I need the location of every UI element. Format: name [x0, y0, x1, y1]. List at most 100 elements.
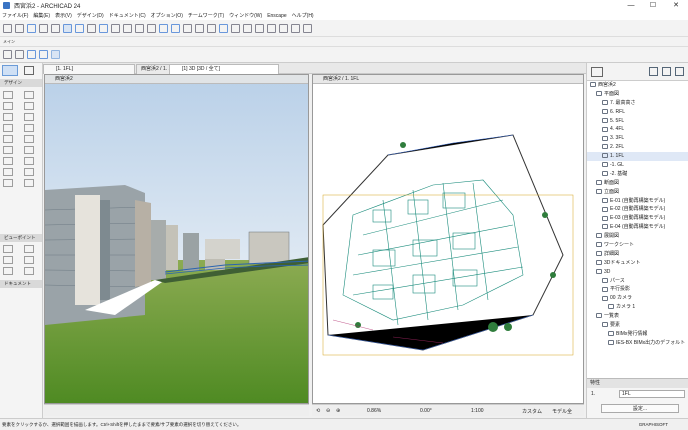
selection-arrow-icon[interactable]	[39, 50, 48, 59]
section-viewpoint[interactable]: ビューポイント	[0, 234, 42, 242]
wall-tool-icon[interactable]	[3, 91, 13, 99]
slab-tool-icon[interactable]	[24, 102, 34, 110]
lamp-tool-icon[interactable]	[24, 168, 34, 176]
floor-plan-viewport[interactable]: 西宮浜2 / 1. 1FL	[312, 74, 584, 404]
tree-item[interactable]: IES-BX BIMx出力のデフォルト	[587, 339, 688, 348]
trace-icon[interactable]	[27, 23, 36, 33]
properties-name-field[interactable]: 1FL	[619, 390, 685, 398]
tree-item[interactable]: E-02 (自動再構築モデル)	[587, 205, 688, 214]
model-view-option[interactable]: モデル全	[552, 408, 572, 415]
render-icon[interactable]	[219, 23, 228, 33]
grid-icon[interactable]	[87, 23, 96, 33]
pan-icon[interactable]	[135, 23, 144, 33]
marquee-icon[interactable]	[27, 50, 36, 59]
zone-tool-icon[interactable]	[3, 157, 13, 165]
tree-item[interactable]: 5. 5FL	[587, 117, 688, 126]
settings-button[interactable]: 設定...	[601, 404, 679, 413]
measure-icon[interactable]	[255, 23, 264, 33]
guide-icon[interactable]	[99, 23, 108, 33]
tree-item[interactable]: ワークシート	[587, 241, 688, 250]
layer-icon[interactable]	[39, 23, 48, 33]
section-tool-icon[interactable]	[3, 245, 13, 253]
tree-item[interactable]: 立面図	[587, 188, 688, 197]
tree-item[interactable]: 7. 最高高さ	[587, 99, 688, 108]
shell-tool-icon[interactable]	[24, 113, 34, 121]
morph-tool-icon[interactable]	[3, 179, 13, 187]
custom-layer-combo[interactable]: カスタム	[522, 408, 542, 415]
tree-item[interactable]: BIMx発行情報	[587, 330, 688, 339]
section-icon[interactable]	[171, 23, 180, 33]
column-tool-icon[interactable]	[24, 91, 34, 99]
menu-edit[interactable]: 編集(E)	[33, 12, 50, 19]
opening-tool-icon[interactable]	[24, 179, 34, 187]
tree-item[interactable]: 西宮浜2	[587, 81, 688, 90]
tree-item[interactable]: 4. 4FL	[587, 125, 688, 134]
tree-item[interactable]: 要素	[587, 321, 688, 330]
undo-zoom-icon[interactable]: ⟲	[316, 408, 320, 414]
curtain-wall-tool-icon[interactable]	[3, 124, 13, 132]
tree-item[interactable]: 一覧表	[587, 312, 688, 321]
menu-options[interactable]: オプション(O)	[151, 12, 183, 19]
tree-item[interactable]: 3D	[587, 268, 688, 277]
beam-tool-icon[interactable]	[3, 102, 13, 110]
elevate-icon[interactable]	[279, 23, 288, 33]
menu-design[interactable]: デザイン(D)	[77, 12, 104, 19]
layout-book-icon[interactable]	[675, 67, 684, 76]
arrow-select-icon[interactable]	[2, 65, 18, 76]
zoom-icon[interactable]	[111, 23, 120, 33]
tree-item[interactable]: カメラ 1	[587, 303, 688, 312]
tree-item[interactable]: 展開図	[587, 232, 688, 241]
tree-item[interactable]: -2. 基礎	[587, 170, 688, 179]
floor-selector[interactable]: [1. 1FL]	[43, 64, 135, 74]
zoom-in-icon[interactable]: ⊕	[336, 408, 340, 414]
menu-view[interactable]: 表示(V)	[55, 12, 72, 19]
detail-tool-icon[interactable]	[3, 267, 13, 275]
3d-document-tool-icon[interactable]	[24, 267, 34, 275]
menu-enscape[interactable]: Enscape	[267, 13, 286, 19]
tree-item[interactable]: 断面図	[587, 179, 688, 188]
tree-item[interactable]: 3Dドキュメント	[587, 259, 688, 268]
floor-plan-icon[interactable]	[159, 23, 168, 33]
elevation-tool-icon[interactable]	[24, 245, 34, 253]
model-filter-icon[interactable]	[231, 23, 240, 33]
navigator-menu-icon[interactable]	[591, 67, 603, 77]
teamwork-icon[interactable]	[291, 23, 300, 33]
worksheet-tool-icon[interactable]	[24, 256, 34, 264]
tree-item[interactable]: 平行投影	[587, 285, 688, 294]
pen-set-icon[interactable]	[51, 23, 60, 33]
section-design[interactable]: デザイン	[0, 79, 42, 87]
select-mode-icon[interactable]	[15, 50, 24, 59]
tree-item[interactable]: E-04 (自動再構築モデル)	[587, 223, 688, 232]
tree-item[interactable]: 6. RFL	[587, 108, 688, 117]
stair-tool-icon[interactable]	[3, 146, 13, 154]
tree-item[interactable]: 2. 2FL	[587, 143, 688, 152]
undo-icon[interactable]	[3, 23, 12, 33]
menu-file[interactable]: ファイル(F)	[2, 12, 28, 19]
tree-item[interactable]: -1. GL	[587, 161, 688, 170]
arrow-tool-icon[interactable]	[63, 23, 72, 33]
3d-view-icon[interactable]	[147, 23, 156, 33]
tree-item[interactable]: 3. 3FL	[587, 134, 688, 143]
object-tool-icon[interactable]	[3, 168, 13, 176]
tab-3d[interactable]: [1] 3D [3D / 全て]	[169, 64, 279, 74]
mesh-tool-icon[interactable]	[24, 157, 34, 165]
view-map-icon[interactable]	[662, 67, 671, 76]
interior-elevation-tool-icon[interactable]	[3, 256, 13, 264]
sun-icon[interactable]	[303, 23, 312, 33]
menu-help[interactable]: ヘルプ(H)	[292, 12, 314, 19]
tree-item[interactable]: E-01 (自動再構築モデル)	[587, 197, 688, 206]
rotation-value[interactable]: 0.00°	[420, 408, 432, 414]
tree-item[interactable]: パース	[587, 277, 688, 286]
roof-tool-icon[interactable]	[3, 113, 13, 121]
snap-icon[interactable]	[75, 23, 84, 33]
tree-item[interactable]: 00 カメラ	[587, 294, 688, 303]
zoom-out-icon[interactable]: ⊖	[326, 408, 330, 414]
marquee-tool-icon[interactable]	[24, 66, 34, 75]
pointer-icon[interactable]	[51, 50, 60, 59]
redo-icon[interactable]	[15, 23, 24, 33]
tree-item[interactable]: 詳細図	[587, 250, 688, 259]
tree-item[interactable]: 1. 1FL	[587, 152, 688, 162]
window-tool-icon[interactable]	[3, 135, 13, 143]
menu-teamwork[interactable]: チームワーク(T)	[188, 12, 224, 19]
elevation-icon[interactable]	[183, 23, 192, 33]
